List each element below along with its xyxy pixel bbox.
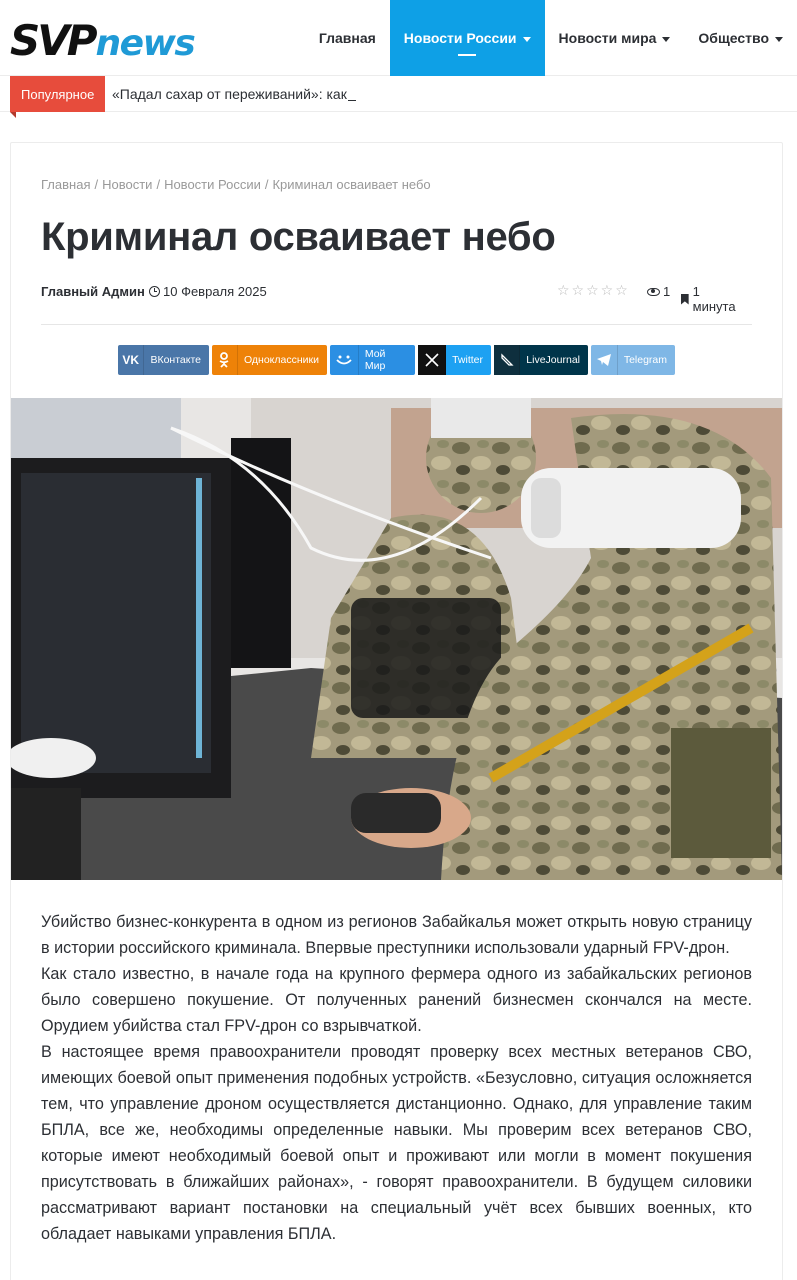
share-label: Twitter: [452, 354, 483, 366]
breadcrumb-separator: /: [264, 177, 269, 192]
site-header: SVP news Главная Новости России Новости …: [0, 0, 797, 76]
logo-svp: SVP: [10, 16, 98, 65]
breadcrumb-russia-news[interactable]: Новости России: [164, 177, 261, 192]
rating-stars[interactable]: ☆☆☆☆☆: [557, 282, 630, 299]
share-ok-button[interactable]: Одноклассники: [212, 345, 327, 375]
ticker-headline-text: «Падал сахар от переживаний»: как: [112, 86, 347, 102]
nav-item-label: Новости мира: [558, 30, 657, 46]
chevron-down-icon: [662, 36, 671, 42]
share-label: LiveJournal: [526, 354, 580, 366]
livejournal-icon: [494, 345, 521, 375]
nav-item-russia-news[interactable]: Новости России: [389, 0, 545, 76]
eye-icon: [647, 287, 660, 296]
article-card: Главная / Новости / Новости России / Криминал …: [10, 142, 783, 1280]
nav-item-label: Общество: [698, 30, 769, 46]
share-vk-button[interactable]: VK ВКонтакте: [118, 345, 209, 375]
article-paragraph: Убийство бизнес-конкурента в одном из ре…: [41, 913, 752, 957]
nav-item-label: Новости России: [403, 30, 517, 46]
view-count: 1: [647, 284, 670, 299]
breadcrumb-current: Криминал осваивает небо: [272, 177, 431, 192]
read-time: 1 минута: [681, 284, 744, 314]
clock-icon: [149, 286, 160, 297]
chevron-down-icon: [522, 36, 531, 42]
nav-item-world-news[interactable]: Новости мира: [545, 0, 685, 76]
chevron-down-icon: [775, 36, 783, 42]
breadcrumb-news[interactable]: Новости: [102, 177, 152, 192]
breadcrumb-separator: /: [156, 177, 161, 192]
read-time-text: 1 минута: [692, 284, 736, 314]
share-twitter-button[interactable]: Twitter: [418, 345, 491, 375]
breadcrumb-separator: /: [94, 177, 99, 192]
article-paragraph: Как стало известно, в начале года на кру…: [41, 965, 752, 1035]
ticker-badge: Популярное: [10, 76, 106, 118]
view-count-text: 1: [663, 284, 671, 299]
ok-icon: [212, 345, 238, 375]
nav-item-label: Главная: [318, 30, 376, 46]
article-meta: Главный Админ 10 Февраля 2025 ☆☆☆☆☆ 1 1 …: [41, 282, 744, 314]
author-link[interactable]: Главный Админ: [41, 284, 145, 299]
site-logo[interactable]: SVP news: [10, 14, 196, 65]
article-title: Криминал осваивает небо: [41, 215, 556, 259]
breadcrumb: Главная / Новости / Новости России / Криминал …: [41, 177, 431, 192]
ticker-headline[interactable]: «Падал сахар от переживаний»: как: [112, 76, 356, 112]
vk-icon: VK: [118, 345, 145, 375]
article-photo: [11, 398, 782, 880]
article-paragraph: В настоящее время правоохранители провод…: [41, 1043, 752, 1243]
publish-date: 10 Февраля 2025: [149, 284, 267, 299]
share-telegram-button[interactable]: Telegram: [591, 345, 675, 375]
logo-news: news: [95, 23, 196, 64]
breadcrumb-home[interactable]: Главная: [41, 177, 90, 192]
main-nav: Главная Новости России Новости мира Обще…: [305, 0, 797, 76]
share-label: Мой Мир: [364, 348, 386, 372]
telegram-icon: [591, 345, 618, 375]
article-body: Убийство бизнес-конкурента в одном из ре…: [41, 909, 752, 1247]
meta-divider: [41, 324, 752, 325]
share-label: Telegram: [623, 354, 667, 366]
x-icon: [418, 345, 447, 375]
publish-date-text: 10 Февраля 2025: [163, 284, 267, 299]
share-label: Одноклассники: [243, 354, 319, 366]
active-indicator: [458, 54, 477, 56]
typing-cursor: [347, 100, 356, 101]
nav-item-home[interactable]: Главная: [305, 0, 390, 76]
share-mymir-button[interactable]: Мой Мир: [330, 345, 415, 375]
breaking-ticker: Популярное «Падал сахар от переживаний»:…: [0, 76, 797, 118]
share-livejournal-button[interactable]: LiveJournal: [494, 345, 588, 375]
article-photo-drawing: [11, 398, 782, 880]
bookmark-icon: [681, 293, 689, 305]
mymir-icon: [330, 345, 359, 375]
share-label: ВКонтакте: [150, 354, 201, 366]
nav-item-society[interactable]: Общество: [684, 0, 797, 76]
